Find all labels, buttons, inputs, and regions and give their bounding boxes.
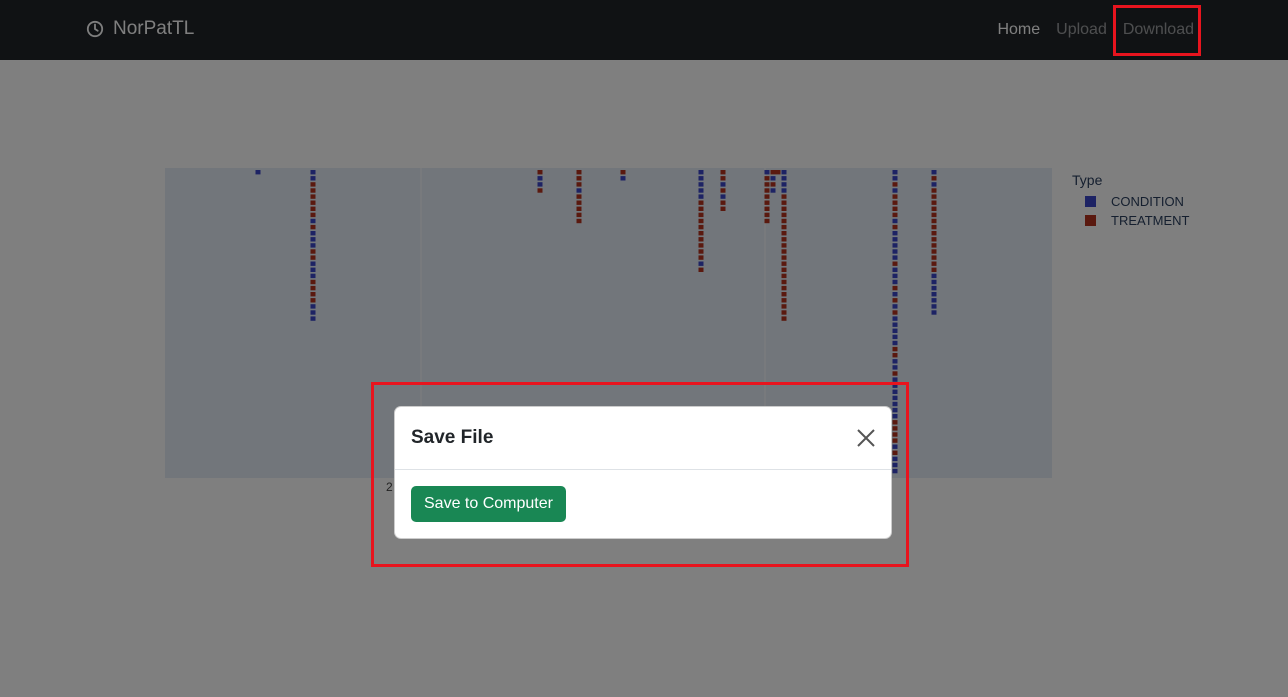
close-icon[interactable] bbox=[855, 427, 877, 449]
save-file-modal: Save File Save to Computer bbox=[394, 406, 892, 539]
save-to-computer-button[interactable]: Save to Computer bbox=[411, 486, 566, 522]
modal-title: Save File bbox=[411, 427, 494, 448]
modal-backdrop[interactable] bbox=[0, 0, 1288, 697]
modal-body: Save to Computer bbox=[395, 470, 891, 538]
modal-header: Save File bbox=[395, 407, 891, 470]
